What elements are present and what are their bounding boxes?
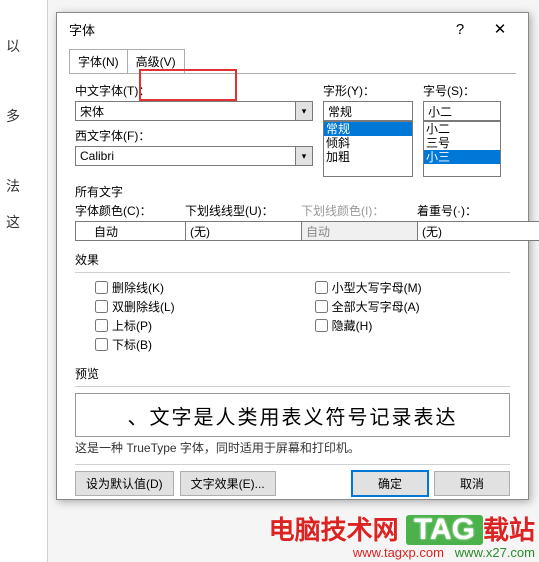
font-color-combo[interactable]: ▾ (75, 221, 175, 241)
bg-char: 这 (6, 212, 20, 232)
bg-char: 法 (6, 176, 20, 196)
west-font-input[interactable] (75, 146, 295, 166)
checkbox[interactable] (95, 319, 108, 332)
checkbox[interactable] (315, 300, 328, 313)
chk-subscript[interactable]: 下标(B) (95, 336, 175, 353)
checkbox[interactable] (95, 338, 108, 351)
underline-color-label: 下划线颜色(I)： (301, 202, 407, 219)
checkbox[interactable] (315, 281, 328, 294)
style-listbox[interactable]: 常规 倾斜 加粗 (323, 121, 413, 177)
watermark-url: www.tagxp.com (353, 545, 444, 560)
close-button[interactable]: ✕ (480, 15, 520, 43)
separator (75, 272, 510, 273)
list-item[interactable]: 小三 (424, 150, 500, 164)
watermark-suffix: 载站 (483, 515, 535, 545)
help-button[interactable]: ? (440, 15, 480, 43)
preview-text: 、文字是人类用表义符号记录表达 (128, 401, 458, 430)
tab-strip: 字体(N) 高级(V) (57, 45, 528, 73)
titlebar[interactable]: 字体 ? ✕ (57, 13, 528, 45)
effects-checks: 删除线(K) 双删除线(L) 上标(P) 下标(B) 小型大写字母(M) 全部大… (75, 279, 510, 353)
chk-superscript[interactable]: 上标(P) (95, 317, 175, 334)
preview-label: 预览 (75, 365, 510, 382)
cn-font-label: 中文字体(T)： (75, 82, 313, 99)
separator (75, 386, 510, 387)
emphasis-label: 着重号(·)： (417, 202, 503, 219)
west-font-label: 西文字体(F)： (75, 127, 313, 144)
chevron-down-icon[interactable]: ▾ (295, 146, 313, 166)
ok-button[interactable]: 确定 (352, 471, 428, 496)
size-input[interactable] (423, 101, 501, 121)
cn-font-input[interactable] (75, 101, 295, 121)
underline-combo[interactable]: ▾ (185, 221, 291, 241)
watermark-overlay: 电脑技术网 TAG载站 www.tagxp.com www.x27.com (269, 515, 535, 560)
cn-font-combo[interactable]: ▾ (75, 101, 313, 121)
list-item[interactable]: 三号 (424, 136, 500, 150)
emphasis-input[interactable] (417, 221, 539, 241)
set-default-button[interactable]: 设为默认值(D) (75, 471, 174, 496)
checkbox[interactable] (315, 319, 328, 332)
style-input[interactable] (323, 101, 413, 121)
cancel-button[interactable]: 取消 (434, 471, 510, 496)
chevron-down-icon[interactable]: ▾ (295, 101, 313, 121)
bg-char: 以 (6, 36, 20, 56)
list-item[interactable]: 小二 (424, 122, 500, 136)
checkbox[interactable] (95, 281, 108, 294)
size-label: 字号(S)： (423, 82, 501, 99)
chk-smallcaps[interactable]: 小型大写字母(M) (315, 279, 422, 296)
emphasis-combo[interactable]: ▾ (417, 221, 503, 241)
size-listbox[interactable]: 小二 三号 小三 (423, 121, 501, 177)
list-item[interactable]: 倾斜 (324, 136, 412, 150)
dialog-footer: 设为默认值(D) 文字效果(E)... 确定 取消 (57, 465, 528, 506)
underline-label: 下划线线型(U)： (185, 202, 291, 219)
watermark-text: 电脑技术网 (269, 515, 399, 545)
effects-label: 效果 (75, 251, 510, 268)
background-window-edge: 以 多 法 这 (0, 0, 48, 562)
watermark-tag-logo: TAG (406, 515, 483, 545)
text-effects-button[interactable]: 文字效果(E)... (180, 471, 276, 496)
font-color-label: 字体颜色(C)： (75, 202, 175, 219)
all-text-label: 所有文字 (75, 183, 510, 200)
underline-color-combo: ▾ (301, 221, 407, 241)
style-label: 字形(Y)： (323, 82, 413, 99)
preview-box: 、文字是人类用表义符号记录表达 (75, 393, 510, 437)
list-item[interactable]: 加粗 (324, 150, 412, 164)
west-font-combo[interactable]: ▾ (75, 146, 313, 166)
font-dialog: 字体 ? ✕ 字体(N) 高级(V) 中文字体(T)： ▾ 西文字体(F)： ▾ (56, 12, 529, 500)
chk-strikethrough[interactable]: 删除线(K) (95, 279, 175, 296)
list-item[interactable]: 常规 (324, 122, 412, 136)
dialog-title: 字体 (65, 20, 440, 39)
bg-char: 多 (6, 106, 20, 126)
checkbox[interactable] (95, 300, 108, 313)
tab-font[interactable]: 字体(N) (69, 49, 128, 73)
chk-hidden[interactable]: 隐藏(H) (315, 317, 422, 334)
chk-allcaps[interactable]: 全部大写字母(A) (315, 298, 422, 315)
watermark-url: www.x27.com (455, 545, 535, 560)
tab-advanced[interactable]: 高级(V) (127, 49, 185, 73)
preview-hint: 这是一种 TrueType 字体，同时适用于屏幕和打印机。 (75, 439, 510, 456)
chk-double-strikethrough[interactable]: 双删除线(L) (95, 298, 175, 315)
